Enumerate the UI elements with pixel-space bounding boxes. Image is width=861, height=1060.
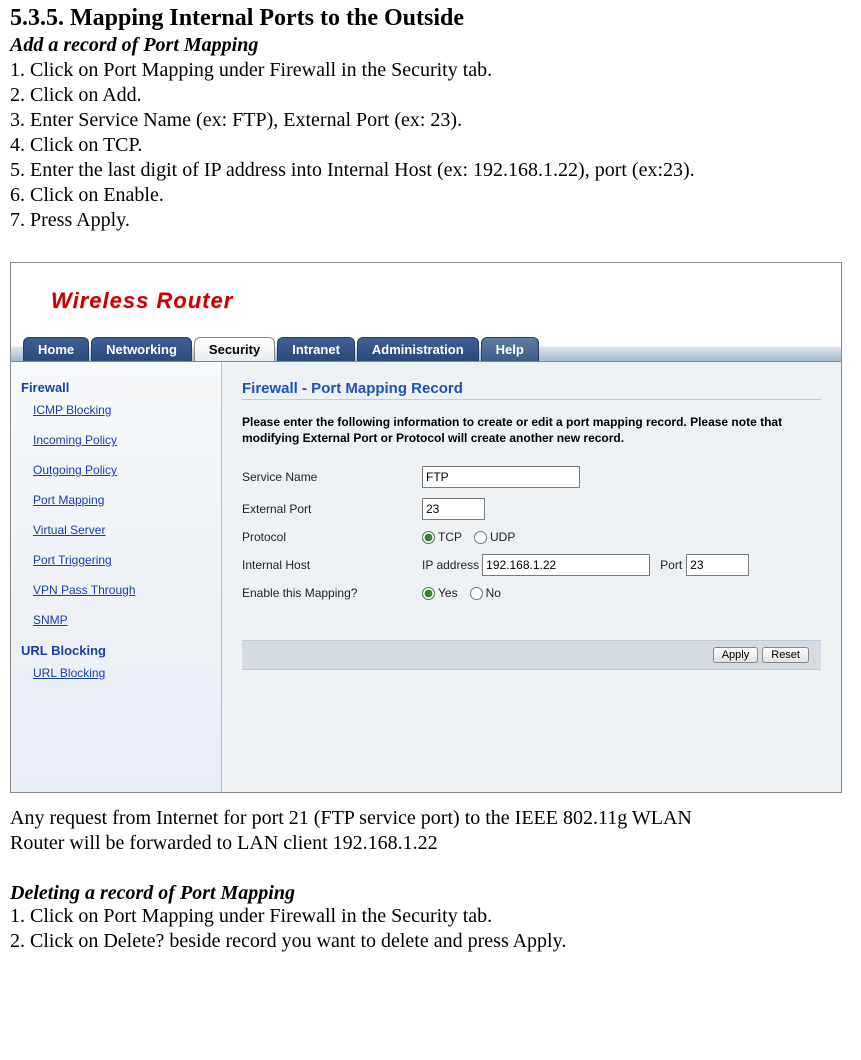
input-external-port[interactable]: [422, 498, 485, 520]
reset-button[interactable]: Reset: [762, 647, 809, 663]
label-enable-mapping: Enable this Mapping?: [242, 586, 422, 600]
step-7: 7. Press Apply.: [10, 209, 850, 232]
input-service-name[interactable]: [422, 466, 580, 488]
step-6: 6. Click on Enable.: [10, 184, 850, 207]
logo-area: Wireless Router: [11, 263, 841, 329]
sidebar-link-port-triggering[interactable]: Port Triggering: [33, 553, 211, 567]
step-1: 1. Click on Port Mapping under Firewall …: [10, 59, 850, 82]
sidebar-link-incoming-policy[interactable]: Incoming Policy: [33, 433, 211, 447]
sidebar-heading-firewall: Firewall: [21, 380, 211, 395]
title-divider: [242, 399, 821, 400]
post-line-1: Any request from Internet for port 21 (F…: [10, 807, 850, 830]
sidebar-link-outgoing-policy[interactable]: Outgoing Policy: [33, 463, 211, 477]
intro-text: Please enter the following information t…: [242, 414, 821, 446]
logo-text: Wireless Router: [51, 288, 233, 313]
row-external-port: External Port: [242, 498, 821, 520]
section-heading: 5.3.5. Mapping Internal Ports to the Out…: [10, 5, 850, 32]
delete-record-subtitle: Deleting a record of Port Mapping: [10, 882, 850, 905]
step-5: 5. Enter the last digit of IP address in…: [10, 159, 850, 182]
sidebar-link-vpn-pass-through[interactable]: VPN Pass Through: [33, 583, 211, 597]
sidebar-link-snmp[interactable]: SNMP: [33, 613, 211, 627]
label-internal-host: Internal Host: [242, 558, 422, 572]
input-internal-ip[interactable]: [482, 554, 650, 576]
radio-udp[interactable]: [474, 531, 487, 544]
label-ip-prefix: IP address: [422, 558, 479, 572]
step-2: 2. Click on Add.: [10, 84, 850, 107]
sidebar-link-icmp-blocking[interactable]: ICMP Blocking: [33, 403, 211, 417]
sidebar-link-virtual-server[interactable]: Virtual Server: [33, 523, 211, 537]
tab-security[interactable]: Security: [194, 337, 275, 361]
row-enable-mapping: Enable this Mapping? Yes No: [242, 586, 821, 600]
router-admin-screenshot: Wireless Router Home Networking Security…: [10, 262, 842, 793]
step-3: 3. Enter Service Name (ex: FTP), Externa…: [10, 109, 850, 132]
del-step-2: 2. Click on Delete? beside record you wa…: [10, 930, 850, 953]
content-pane: Firewall - Port Mapping Record Please en…: [222, 362, 841, 792]
tab-networking[interactable]: Networking: [91, 337, 192, 361]
tab-home[interactable]: Home: [23, 337, 89, 361]
main-tab-bar: Home Networking Security Intranet Admini…: [11, 329, 841, 362]
input-internal-port[interactable]: [686, 554, 749, 576]
label-protocol: Protocol: [242, 530, 422, 544]
sidebar-link-port-mapping[interactable]: Port Mapping: [33, 493, 211, 507]
add-record-subtitle: Add a record of Port Mapping: [10, 34, 850, 57]
page-title: Firewall - Port Mapping Record: [242, 380, 821, 397]
tab-intranet[interactable]: Intranet: [277, 337, 355, 361]
sidebar-heading-url-blocking: URL Blocking: [21, 643, 211, 658]
step-4: 4. Click on TCP.: [10, 134, 850, 157]
radio-no-label: No: [486, 586, 501, 600]
row-internal-host: Internal Host IP address Port: [242, 554, 821, 576]
tab-help[interactable]: Help: [481, 337, 539, 361]
sidebar-link-url-blocking[interactable]: URL Blocking: [33, 666, 211, 680]
post-screenshot-text: Any request from Internet for port 21 (F…: [10, 807, 850, 953]
radio-udp-label: UDP: [490, 530, 515, 544]
button-bar: Apply Reset: [242, 640, 821, 670]
label-external-port: External Port: [242, 502, 422, 516]
radio-enable-no[interactable]: [470, 587, 483, 600]
apply-button[interactable]: Apply: [713, 647, 759, 663]
post-line-2: Router will be forwarded to LAN client 1…: [10, 832, 850, 855]
label-port-suffix: Port: [660, 558, 682, 572]
row-protocol: Protocol TCP UDP: [242, 530, 821, 544]
add-steps-list: 1. Click on Port Mapping under Firewall …: [10, 59, 850, 232]
sidebar: Firewall ICMP Blocking Incoming Policy O…: [11, 362, 222, 792]
radio-tcp-label: TCP: [438, 530, 462, 544]
row-service-name: Service Name: [242, 466, 821, 488]
radio-enable-yes[interactable]: [422, 587, 435, 600]
label-service-name: Service Name: [242, 470, 422, 484]
radio-yes-label: Yes: [438, 586, 458, 600]
tab-administration[interactable]: Administration: [357, 337, 479, 361]
radio-tcp[interactable]: [422, 531, 435, 544]
del-step-1: 1. Click on Port Mapping under Firewall …: [10, 905, 850, 928]
